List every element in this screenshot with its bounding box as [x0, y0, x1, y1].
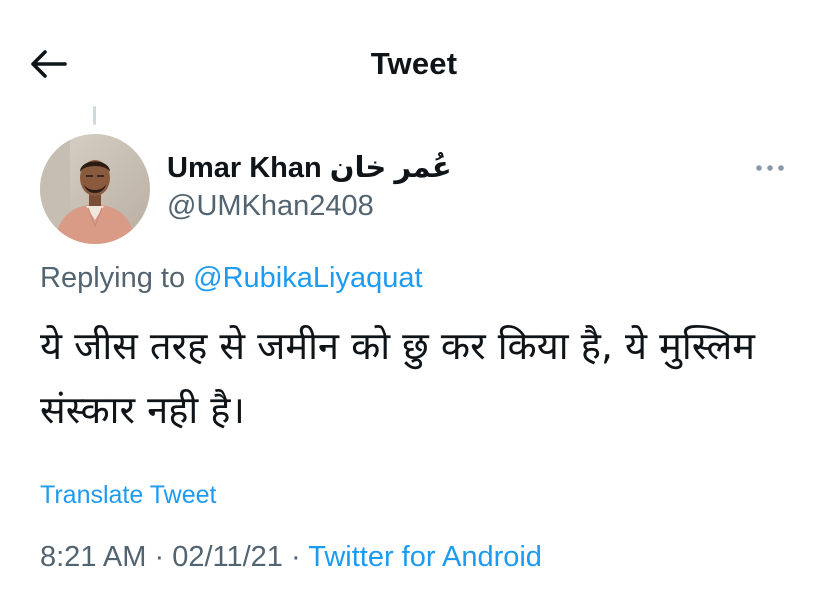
author-name[interactable]: Umar Khan عُمر خان — [167, 150, 452, 185]
tweet-source-link[interactable]: Twitter for Android — [308, 541, 542, 573]
tweet-metadata: 8:21 AM · 02/11/21 · Twitter for Android — [40, 541, 542, 574]
more-options-button[interactable] — [752, 156, 788, 180]
translate-tweet-link[interactable]: Translate Tweet — [40, 481, 216, 510]
author-handle[interactable]: @UMKhan2408 — [167, 190, 374, 223]
top-bar: Tweet — [0, 0, 828, 120]
tweet-time[interactable]: 8:21 AM — [40, 541, 146, 573]
tweet-text: ये जीस तरह से जमीन को छु कर किया है, ये … — [40, 324, 755, 432]
reply-context-prefix: Replying to — [40, 262, 186, 294]
display-name: Umar Khan عُمر خان — [167, 152, 452, 184]
tweet-date[interactable]: 02/11/21 — [172, 541, 283, 573]
meta-separator: · — [154, 541, 165, 573]
reply-context: Replying to @RubikaLiyaquat — [40, 262, 423, 295]
meta-separator: · — [291, 541, 301, 573]
ellipsis-icon — [755, 159, 785, 177]
reply-mention-link[interactable]: @RubikaLiyaquat — [193, 262, 422, 294]
avatar[interactable] — [40, 134, 150, 244]
thread-connector-line — [93, 106, 96, 125]
page-title: Tweet — [370, 46, 458, 81]
